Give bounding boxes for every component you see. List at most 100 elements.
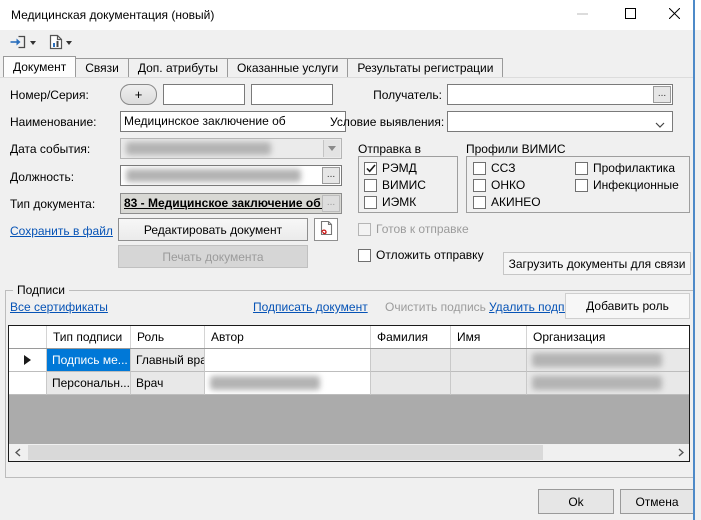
organization-cell[interactable] [527,372,689,395]
recipient-browse-button[interactable]: ... [653,86,671,103]
redacted-value [532,353,662,367]
document-signature-icon-button[interactable] [314,218,338,241]
scroll-right-button[interactable] [672,444,689,461]
vimis-profiles-group-label: Профили ВИМИС [466,142,566,156]
lastname-cell[interactable] [371,372,451,395]
redacted-value [126,169,301,182]
add-number-button[interactable]: + [120,84,157,105]
series-input[interactable] [251,84,333,105]
send-to-groupbox: РЭМД ВИМИС ИЭМК [358,156,458,213]
firstname-cell[interactable] [451,349,527,372]
add-role-button[interactable]: Добавить роль [565,293,690,319]
column-header[interactable]: Фамилия [371,326,451,348]
table-row[interactable]: Подпись ме... Главный врач [9,349,689,372]
checkbox-remd[interactable]: РЭМД [364,161,417,175]
checkbox-iemk[interactable]: ИЭМК [364,195,416,209]
organization-cell[interactable] [527,349,689,372]
cancel-button[interactable]: Отмена [620,489,694,514]
minimize-button[interactable] [566,3,598,27]
role-cell[interactable]: Главный врач [131,349,205,372]
table-row[interactable]: Персональн... Врач [9,372,689,395]
tab-registration-results[interactable]: Результаты регистрации [347,58,504,77]
checkbox-vimis[interactable]: ВИМИС [364,178,426,192]
checkbox-infectious[interactable]: Инфекционные [575,178,679,192]
number-input[interactable] [163,84,245,105]
ok-button[interactable]: Ok [538,489,614,514]
doctype-field[interactable]: 83 - Медицинское заключение об о ... [120,193,342,214]
signature-type-cell[interactable]: Персональн... [47,372,131,395]
tab-label: Документ [13,60,67,74]
toolbar [0,30,701,56]
maximize-icon [624,8,636,22]
maximize-button[interactable] [614,3,646,27]
name-label: Наименование: [10,115,97,129]
lastname-cell[interactable] [371,349,451,372]
checkbox-ssz[interactable]: ССЗ [473,161,515,175]
signature-type-cell[interactable]: Подпись ме... [47,349,131,372]
column-header[interactable]: Роль [131,326,205,348]
send-to-group-label: Отправка в [358,142,421,156]
table-header-row: Тип подписи Роль Автор Фамилия Имя Орган… [9,326,689,349]
author-cell[interactable] [205,349,371,372]
redacted-value [126,142,271,155]
checkbox-icon [364,178,377,192]
event-date-label: Дата события: [10,142,91,156]
recipient-field[interactable]: ... [447,84,673,105]
close-icon [668,7,680,22]
checkbox-icon [575,161,588,175]
scrollbar-thumb[interactable] [28,445,543,460]
checkbox-label: ВИМИС [382,178,426,192]
condition-combobox[interactable] [447,111,673,132]
number-series-label: Номер/Серия: [10,88,89,102]
save-to-file-link[interactable]: Сохранить в файл [10,224,113,238]
vimis-profiles-groupbox: ССЗ ОНКО АКИНЕО Профилактика Инфекционны… [466,156,690,213]
checkbox-label: Инфекционные [593,178,679,192]
author-cell[interactable] [205,372,371,395]
checkbox-onko[interactable]: ОНКО [473,178,525,192]
checkbox-label: ИЭМК [382,195,417,209]
role-cell[interactable]: Врач [131,372,205,395]
edit-document-button[interactable]: Редактировать документ [118,218,308,241]
horizontal-scrollbar[interactable] [9,444,689,461]
load-linked-documents-button[interactable]: Загрузить документы для связи [503,252,691,275]
import-dropdown-caret-icon[interactable] [30,41,36,45]
column-header[interactable]: Имя [451,326,527,348]
close-button[interactable] [658,3,690,27]
scroll-left-button[interactable] [9,444,26,461]
signatures-table: Тип подписи Роль Автор Фамилия Имя Орган… [8,325,690,462]
firstname-cell[interactable] [451,372,527,395]
titlebar[interactable]: Медицинская документация (новый) [0,0,701,30]
tab-extra-attributes[interactable]: Доп. атрибуты [127,58,228,77]
event-date-combobox[interactable] [120,138,342,159]
checkbox-icon [358,248,371,262]
print-document-button[interactable]: Печать документа [118,245,308,268]
checkbox-akineo[interactable]: АКИНЕО [473,195,541,209]
sign-document-link[interactable]: Подписать документ [253,300,368,314]
ready-to-send-checkbox[interactable]: Готов к отправке [358,222,469,236]
checkbox-icon [575,178,588,192]
all-certificates-link[interactable]: Все сертификаты [10,300,108,314]
name-input[interactable]: Медицинское заключение об отсутствии пр [120,111,346,132]
tab-rendered-services[interactable]: Оказанные услуги [226,58,349,77]
import-document-button[interactable] [6,33,39,53]
report-dropdown-caret-icon[interactable] [66,41,72,45]
checkbox-label: АКИНЕО [491,195,541,209]
tab-links[interactable]: Связи [75,58,129,77]
position-label: Должность: [10,170,75,184]
column-header[interactable]: Автор [205,326,371,348]
checkbox-prophylaxis[interactable]: Профилактика [575,161,675,175]
position-field[interactable]: ... [120,165,342,186]
date-dropdown-button[interactable] [323,140,340,157]
column-header[interactable]: Тип подписи [47,326,131,348]
checkbox-icon [473,161,486,175]
position-browse-button[interactable]: ... [322,167,340,184]
tab-document[interactable]: Документ [3,56,77,77]
clear-signature-link[interactable]: Очистить подпись [385,300,486,314]
row-selector-cell [9,372,47,395]
column-header[interactable]: Организация [527,326,689,348]
report-document-icon [49,34,63,53]
doctype-browse-button[interactable]: ... [322,195,340,212]
postpone-send-checkbox[interactable]: Отложить отправку [358,248,484,262]
current-row-marker [9,349,47,372]
report-document-button[interactable] [46,33,75,53]
